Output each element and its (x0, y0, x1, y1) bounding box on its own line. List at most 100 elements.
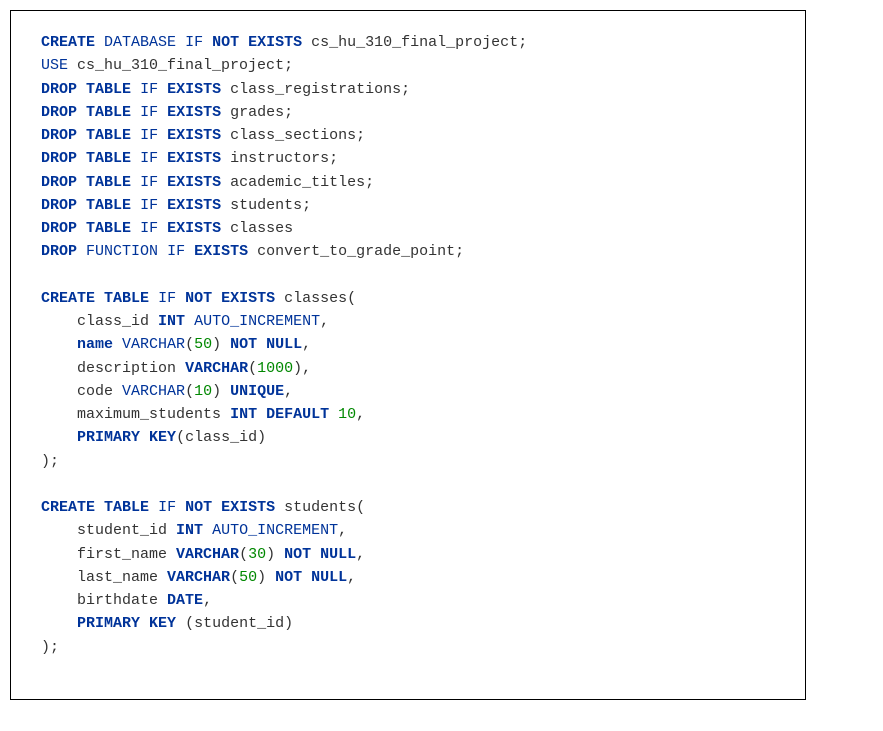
type-date: DATE (167, 592, 203, 609)
kw-unique: UNIQUE (230, 383, 284, 400)
col-name: birthdate (77, 592, 158, 609)
kw-create: CREATE (41, 290, 95, 307)
kw-autoinc: AUTO_INCREMENT (212, 522, 338, 539)
tbl-name: instructors (230, 150, 329, 167)
func-name: convert_to_grade_point (257, 243, 455, 260)
kw-if: IF (140, 197, 158, 214)
kw-not: NOT (284, 546, 311, 563)
type-int: INT (230, 406, 257, 423)
kw-if: IF (140, 104, 158, 121)
tbl-name: class_sections (230, 127, 356, 144)
kw-primary: PRIMARY (77, 615, 140, 632)
kw-exists: EXISTS (248, 34, 302, 51)
type-varchar: VARCHAR (122, 336, 185, 353)
kw-exists: EXISTS (221, 290, 275, 307)
kw-create: CREATE (41, 499, 95, 516)
kw-not: NOT (275, 569, 302, 586)
kw-drop: DROP (41, 104, 77, 121)
kw-exists: EXISTS (167, 81, 221, 98)
kw-table: TABLE (86, 150, 131, 167)
kw-table: TABLE (86, 81, 131, 98)
kw-if: IF (140, 174, 158, 191)
kw-if: IF (140, 150, 158, 167)
kw-table: TABLE (104, 499, 149, 516)
type-varchar: VARCHAR (176, 546, 239, 563)
tbl-name: grades (230, 104, 284, 121)
kw-table: TABLE (86, 127, 131, 144)
kw-exists: EXISTS (167, 174, 221, 191)
num: 10 (338, 406, 356, 423)
col-name: student_id (77, 522, 167, 539)
col-name: student_id (194, 615, 284, 632)
kw-create: CREATE (41, 34, 95, 51)
kw-if: IF (140, 81, 158, 98)
kw-drop: DROP (41, 197, 77, 214)
kw-default: DEFAULT (266, 406, 329, 423)
kw-not: NOT (230, 336, 257, 353)
tbl-name: academic_titles (230, 174, 365, 191)
kw-if: IF (158, 499, 176, 516)
tbl-name: students (230, 197, 302, 214)
num: 10 (194, 383, 212, 400)
kw-table: TABLE (86, 174, 131, 191)
kw-exists: EXISTS (167, 197, 221, 214)
type-int: INT (158, 313, 185, 330)
kw-not: NOT (212, 34, 239, 51)
kw-null: NULL (311, 569, 347, 586)
col-name: last_name (77, 569, 158, 586)
kw-if: IF (167, 243, 185, 260)
kw-database: DATABASE (104, 34, 176, 51)
kw-null: NULL (266, 336, 302, 353)
type-varchar: VARCHAR (122, 383, 185, 400)
kw-use: USE (41, 57, 68, 74)
sql-code-block: CREATE DATABASE IF NOT EXISTS cs_hu_310_… (10, 10, 806, 700)
db-name: cs_hu_310_final_project (311, 34, 518, 51)
num: 50 (239, 569, 257, 586)
type-varchar: VARCHAR (167, 569, 230, 586)
tbl-name: classes (284, 290, 347, 307)
col-name: name (77, 336, 113, 353)
kw-if: IF (140, 220, 158, 237)
kw-not: NOT (185, 499, 212, 516)
kw-exists: EXISTS (167, 127, 221, 144)
kw-if: IF (158, 290, 176, 307)
kw-exists: EXISTS (194, 243, 248, 260)
kw-table: TABLE (86, 104, 131, 121)
col-name: class_id (77, 313, 149, 330)
num: 50 (194, 336, 212, 353)
kw-null: NULL (320, 546, 356, 563)
kw-autoinc: AUTO_INCREMENT (194, 313, 320, 330)
kw-drop: DROP (41, 81, 77, 98)
num: 1000 (257, 360, 293, 377)
kw-if: IF (140, 127, 158, 144)
type-int: INT (176, 522, 203, 539)
num: 30 (248, 546, 266, 563)
kw-exists: EXISTS (167, 150, 221, 167)
tbl-name: class_registrations (230, 81, 401, 98)
kw-exists: EXISTS (167, 104, 221, 121)
kw-drop: DROP (41, 243, 77, 260)
kw-if: IF (185, 34, 203, 51)
col-name: code (77, 383, 113, 400)
kw-primary: PRIMARY (77, 429, 140, 446)
col-name: class_id (185, 429, 257, 446)
kw-key: KEY (149, 429, 176, 446)
kw-exists: EXISTS (221, 499, 275, 516)
type-varchar: VARCHAR (185, 360, 248, 377)
kw-key: KEY (149, 615, 176, 632)
kw-exists: EXISTS (167, 220, 221, 237)
kw-not: NOT (185, 290, 212, 307)
kw-drop: DROP (41, 174, 77, 191)
kw-table: TABLE (86, 197, 131, 214)
tbl-name: students (284, 499, 356, 516)
kw-table: TABLE (86, 220, 131, 237)
col-name: maximum_students (77, 406, 221, 423)
kw-function: FUNCTION (86, 243, 158, 260)
db-name: cs_hu_310_final_project (77, 57, 284, 74)
kw-drop: DROP (41, 150, 77, 167)
tbl-name: classes (230, 220, 293, 237)
kw-drop: DROP (41, 127, 77, 144)
col-name: description (77, 360, 176, 377)
col-name: first_name (77, 546, 167, 563)
kw-drop: DROP (41, 220, 77, 237)
